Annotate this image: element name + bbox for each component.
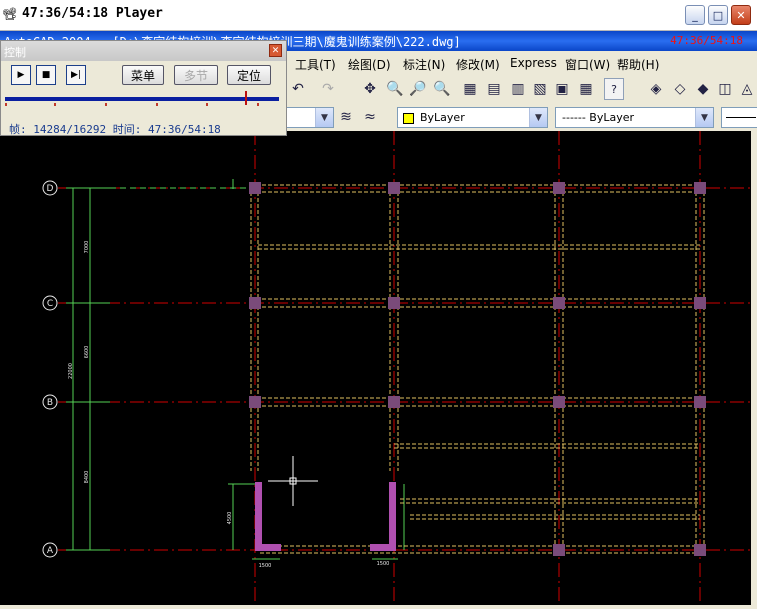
playback-status: 帧: 14284/16292 时间: 47:36/54:18	[9, 123, 221, 136]
control-titlebar: 控制 ✕	[1, 41, 286, 61]
dbconnect-icon[interactable]: ▧	[530, 78, 550, 100]
multi-segment-button[interactable]: 多节	[174, 65, 218, 85]
menu-window[interactable]: 窗口(W)	[565, 56, 610, 73]
menu-draw[interactable]: 绘图(D)	[348, 56, 391, 73]
color-swatch	[403, 113, 414, 124]
menu-help[interactable]: 帮助(H)	[617, 56, 659, 73]
linetype-combo[interactable]: ------ ByLayer ▼	[555, 107, 714, 128]
menu-modify[interactable]: 修改(M)	[456, 56, 500, 73]
axis-label-b: B	[47, 398, 53, 408]
help-icon[interactable]: ?	[604, 78, 624, 100]
layer-manager-icon[interactable]: ◈	[646, 78, 666, 100]
progress-tick	[257, 103, 259, 106]
columns	[249, 182, 706, 556]
layer-previous-icon[interactable]: ≈	[360, 106, 380, 128]
floor-plan: D C B A 7000 6600 22000 8400 4500 1500 1…	[42, 131, 750, 605]
dim-label-2: 6600	[84, 346, 90, 359]
locate-button[interactable]: 定位	[227, 65, 271, 85]
shear-walls	[255, 482, 396, 551]
close-button[interactable]: ✕	[731, 5, 751, 25]
axis-label-a: A	[47, 546, 54, 556]
close-icon[interactable]: ✕	[269, 44, 282, 57]
dim-label-5: 4500	[227, 512, 233, 525]
progress-thumb[interactable]	[245, 91, 247, 105]
layer-states-icon[interactable]: ◇	[670, 78, 690, 100]
design-center-icon[interactable]: ▤	[484, 78, 504, 100]
axis-label-d: D	[47, 184, 54, 194]
minimize-button[interactable]: _	[685, 5, 705, 25]
dim-label-1: 7000	[84, 241, 90, 254]
close-icon: ✕	[736, 8, 746, 22]
dimension-lines	[66, 179, 405, 560]
menu-express[interactable]: Express	[510, 56, 557, 70]
linetype-value: ------ ByLayer	[562, 111, 635, 124]
time-overlay: 47:36/54:18	[670, 34, 743, 47]
vertical-axes	[254, 131, 701, 605]
player-logo-icon: 📽	[2, 7, 18, 21]
dim-label-6: 1500	[259, 563, 272, 569]
stop-button[interactable]: ■	[36, 65, 56, 85]
markup-icon[interactable]: ▣	[552, 78, 572, 100]
lineweight-sample	[726, 117, 756, 118]
progress-tick	[5, 103, 7, 106]
play-button[interactable]: ▶	[11, 65, 31, 85]
menu-tools[interactable]: 工具(T)	[295, 56, 336, 73]
zoom-realtime-icon[interactable]: 🔍	[385, 78, 405, 100]
zoom-previous-icon[interactable]: 🔍	[432, 78, 452, 100]
beams	[250, 184, 705, 554]
maximize-icon: □	[712, 8, 724, 22]
play-icon: ▶	[17, 70, 25, 80]
stop-icon: ■	[41, 70, 51, 80]
layer-combo[interactable]: ▼	[286, 107, 334, 128]
progress-tick	[156, 103, 158, 106]
step-forward-icon: ▶|	[71, 70, 81, 80]
pan-icon[interactable]: ✥	[360, 78, 380, 100]
color-value: ByLayer	[420, 111, 465, 124]
control-panel: 控制 ✕ ▶ ■ ▶| 菜单 多节 定位 帧: 14284/16292 时间: …	[0, 40, 287, 136]
chevron-down-icon: ▼	[695, 108, 713, 127]
minimize-icon: _	[692, 8, 698, 22]
lineweight-combo[interactable]	[721, 107, 757, 128]
dim-label-3: 22000	[68, 363, 74, 379]
progress-tick	[105, 103, 107, 106]
progress-tick	[206, 103, 208, 106]
chevron-down-icon: ▼	[529, 108, 547, 127]
zoom-window-icon[interactable]: 🔎	[408, 78, 428, 100]
menu-button[interactable]: 菜单	[122, 65, 164, 85]
crosshair-cursor	[268, 456, 318, 506]
make-layer-current-icon[interactable]: ≋	[336, 106, 356, 128]
layer-stack-icon[interactable]: ◫	[715, 78, 735, 100]
chevron-down-icon: ▼	[315, 108, 333, 127]
axis-bubbles	[42, 180, 58, 558]
undo-icon[interactable]: ↶	[288, 78, 308, 100]
calculator-icon[interactable]: ▦	[576, 78, 596, 100]
dim-label-4: 8400	[84, 471, 90, 484]
redo-icon[interactable]: ↷	[318, 78, 338, 100]
tool-palettes-icon[interactable]: ▥	[508, 78, 528, 100]
maximize-button[interactable]: □	[708, 5, 728, 25]
progress-track[interactable]	[5, 97, 279, 101]
axis-label-c: C	[47, 299, 53, 309]
layer-tool-icon[interactable]: ◆	[693, 78, 713, 100]
menu-dimension[interactable]: 标注(N)	[403, 56, 445, 73]
step-button[interactable]: ▶|	[66, 65, 86, 85]
properties-icon[interactable]: ▦	[460, 78, 480, 100]
vertical-scrollbar[interactable]	[751, 131, 757, 605]
color-combo[interactable]: ByLayer ▼	[397, 107, 548, 128]
progress-tick	[54, 103, 56, 106]
drawing-canvas[interactable]: D C B A 7000 6600 22000 8400 4500 1500 1…	[0, 131, 757, 605]
dim-label-7: 1500	[377, 561, 390, 567]
layer-walk-icon[interactable]: ◬	[737, 78, 757, 100]
control-title: 控制	[4, 46, 26, 59]
player-title: 47:36/54:18 Player	[22, 6, 163, 21]
player-titlebar: 📽 47:36/54:18 Player _ □ ✕	[0, 0, 757, 31]
